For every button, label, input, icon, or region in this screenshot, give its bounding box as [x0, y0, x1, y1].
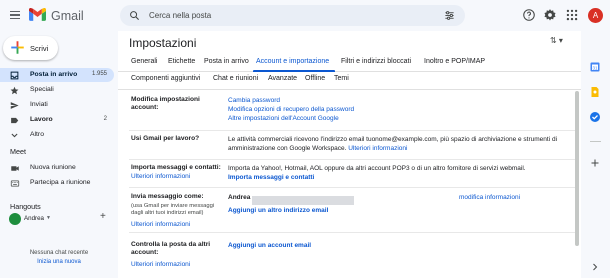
sidebar-item-inbox[interactable]: Posta in arrivo 1.955 — [0, 68, 114, 82]
sidebar-item-label: Speciali — [30, 86, 54, 93]
chat-empty-text: Nessuna chat recente — [29, 250, 89, 256]
brand-name: Gmail — [51, 9, 84, 23]
recovery-options-link[interactable]: Modifica opzioni di recupero della passw… — [228, 106, 354, 114]
tab-general[interactable]: Generali — [131, 58, 157, 65]
top-bar: Gmail Cerca nella posta A — [0, 0, 610, 31]
chevron-right-icon[interactable] — [589, 261, 601, 273]
tab-filters[interactable]: Filtri e indirizzi bloccati — [341, 58, 411, 65]
main-menu-icon[interactable] — [10, 11, 20, 19]
gmail-logo-icon[interactable] — [29, 8, 46, 21]
calendar-icon[interactable]: 31 — [589, 61, 601, 73]
search-icon[interactable] — [129, 10, 140, 21]
search-bar[interactable]: Cerca nella posta — [120, 5, 465, 26]
sidebar-item-label: Lavoro — [30, 116, 53, 123]
scrollbar[interactable] — [575, 91, 579, 246]
tab-inbox[interactable]: Posta in arrivo — [204, 58, 249, 65]
star-icon — [10, 86, 19, 95]
tab-labels[interactable]: Etichette — [168, 58, 195, 65]
avatar — [9, 213, 21, 225]
meet-item-label: Nuova riunione — [30, 164, 76, 171]
send-icon — [10, 102, 19, 109]
setting-row-account: Modifica impostazioni account: Cambia pa… — [129, 96, 577, 131]
send-as-account-name: Andrea — [228, 194, 251, 201]
add-addon-icon[interactable] — [589, 157, 601, 169]
redacted-email — [252, 196, 354, 205]
learn-more-link[interactable]: Ulteriori informazioni — [131, 221, 190, 229]
add-email-address-link[interactable]: Aggiungi un altro indirizzo email — [228, 207, 328, 215]
meet-section-title: Meet — [10, 147, 26, 156]
settings-tabs-row-2: Componenti aggiuntivi Chat e riunioni Av… — [118, 72, 581, 90]
setting-description: Importa da Yahoo!, Hotmail, AOL oppure d… — [228, 165, 526, 172]
tab-addons[interactable]: Componenti aggiuntivi — [131, 75, 200, 82]
learn-more-link[interactable]: Ulteriori informazioni — [131, 173, 190, 181]
keep-icon[interactable] — [589, 86, 601, 98]
setting-description: Le attività commerciali ricevono l'indir… — [228, 135, 568, 153]
sidebar-item-starred[interactable]: Speciali — [0, 83, 114, 97]
sidebar-item-label: Inviati — [30, 101, 48, 108]
tab-accounts-import[interactable]: Account e importazione — [256, 58, 329, 65]
search-input[interactable]: Cerca nella posta — [149, 11, 211, 20]
label-icon — [11, 117, 19, 124]
setting-sub-text: (usa Gmail per inviare messaggi dagli al… — [131, 203, 215, 216]
edit-info-link[interactable]: modifica informazioni — [459, 194, 520, 202]
tab-themes[interactable]: Temi — [334, 75, 349, 82]
hangouts-user-name: Andrea — [24, 215, 44, 222]
tab-forwarding-pop-imap[interactable]: Inoltro e POP/IMAP — [424, 58, 485, 65]
unread-count: 1.955 — [91, 71, 107, 77]
inbox-icon — [10, 71, 19, 80]
settings-tabs-row-1: Generali Etichette Posta in arrivo Accou… — [118, 55, 581, 72]
plus-icon — [11, 41, 24, 54]
setting-label: Invia messaggio come: — [131, 193, 204, 200]
side-panel: 31 — [581, 31, 610, 278]
new-meeting-button[interactable]: Nuova riunione — [0, 161, 114, 175]
setting-label: Usi Gmail per lavoro? — [131, 135, 200, 142]
sidebar-item-work[interactable]: Lavoro 2 — [0, 113, 114, 127]
change-password-link[interactable]: Cambia password — [228, 97, 280, 105]
apps-grid-icon[interactable] — [565, 8, 579, 22]
add-chat-icon[interactable]: + — [100, 211, 106, 222]
add-email-account-link[interactable]: Aggiungi un account email — [228, 242, 311, 250]
setting-row-import: Importa messaggi e contatti: Ulteriori i… — [129, 164, 577, 188]
setting-label: Modifica impostazioni account: — [131, 96, 200, 111]
sidebar-item-more[interactable]: Altro — [0, 128, 114, 142]
import-mail-contacts-link[interactable]: Importa messaggi e contatti — [228, 174, 314, 182]
video-icon — [11, 166, 19, 171]
setting-label: Controlla la posta da altri account: — [131, 241, 211, 256]
account-avatar[interactable]: A — [588, 8, 603, 23]
unread-count: 2 — [103, 116, 107, 122]
start-chat-link[interactable]: Inizia una nuova — [0, 259, 118, 265]
input-tools-icon[interactable]: ⇅ ▾ — [550, 36, 563, 45]
google-account-settings-link[interactable]: Altre impostazioni dell'Account Google — [228, 115, 339, 123]
sidebar-item-label: Altro — [30, 131, 44, 138]
left-sidebar: Scrivi Posta in arrivo 1.955 Speciali In… — [0, 31, 118, 278]
settings-gear-icon[interactable] — [543, 8, 557, 22]
divider — [590, 141, 601, 142]
sidebar-item-label: Posta in arrivo — [30, 71, 78, 78]
chevron-down-icon — [11, 133, 18, 138]
setting-row-check-mail: Controlla la posta da altri account: Ult… — [129, 241, 577, 271]
tab-advanced[interactable]: Avanzate — [268, 75, 297, 82]
page-title: Impostazioni — [129, 36, 197, 50]
tasks-icon[interactable] — [589, 111, 601, 123]
help-icon[interactable] — [522, 8, 536, 22]
join-meeting-button[interactable]: Partecipa a riunione — [0, 176, 114, 190]
setting-label: Importa messaggi e contatti: — [131, 164, 221, 171]
keyboard-icon — [10, 180, 20, 187]
hangouts-section-title: Hangouts — [10, 202, 41, 211]
compose-button[interactable]: Scrivi — [3, 36, 58, 60]
svg-text:31: 31 — [592, 65, 598, 70]
search-options-icon[interactable] — [444, 10, 455, 21]
learn-more-link[interactable]: Ulteriori informazioni — [348, 145, 407, 152]
meet-item-label: Partecipa a riunione — [30, 179, 91, 186]
settings-panel: Impostazioni ⇅ ▾ Generali Etichette Post… — [118, 31, 581, 278]
caret-down-icon[interactable]: ▼ — [46, 215, 51, 221]
compose-label: Scrivi — [30, 44, 49, 53]
sidebar-item-sent[interactable]: Inviati — [0, 98, 114, 112]
setting-row-workspace: Usi Gmail per lavoro? Le attività commer… — [129, 135, 577, 160]
tab-chat-meet[interactable]: Chat e riunioni — [213, 75, 258, 82]
tab-offline[interactable]: Offline — [305, 75, 325, 82]
learn-more-link[interactable]: Ulteriori informazioni — [131, 261, 190, 269]
